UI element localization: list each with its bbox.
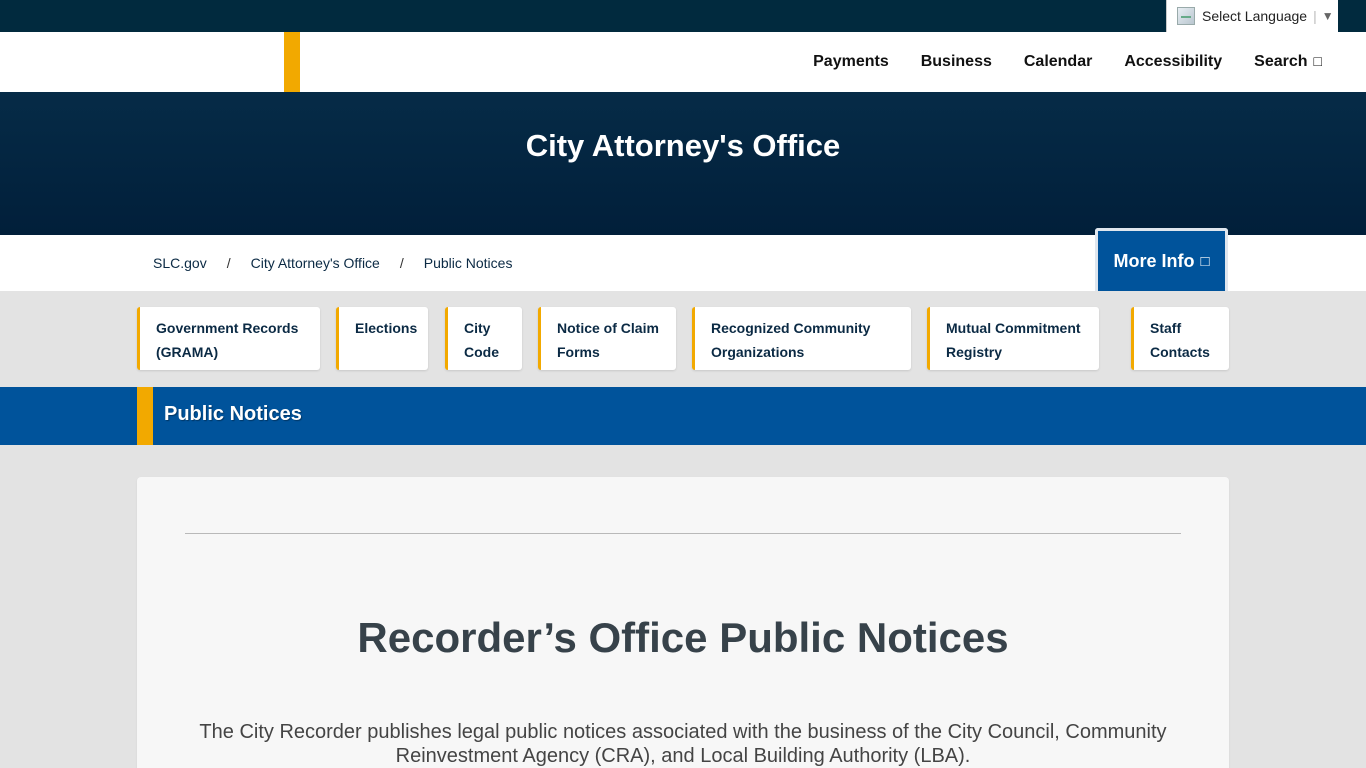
search-icon: □ — [1313, 53, 1322, 69]
quick-link-line: Mutual Commitment — [946, 320, 1081, 336]
section-title: Public Notices — [164, 403, 302, 425]
quick-link-staff-contacts[interactable]: Staff Contacts — [1131, 307, 1229, 370]
quick-link-line: Forms — [557, 344, 600, 360]
content-paragraph: The City Recorder publishes legal public… — [199, 721, 1167, 767]
quick-link-community-organizations[interactable]: Recognized Community Organizations — [692, 307, 911, 370]
quick-link-line: Elections — [355, 320, 418, 336]
breadcrumb-separator: / — [226, 255, 231, 271]
nav-accessibility[interactable]: Accessibility — [1124, 53, 1222, 71]
section-accent — [137, 387, 153, 445]
breadcrumb: SLC.gov / City Attorney's Office / Publi… — [153, 235, 512, 291]
logo-accent-bar — [284, 32, 300, 92]
quick-link-line: (GRAMA) — [156, 344, 219, 360]
quick-links: Government Records (GRAMA) Elections Cit… — [0, 291, 1366, 387]
quick-link-line: Contacts — [1150, 344, 1210, 360]
content-heading: Recorder’s Office Public Notices — [357, 614, 1009, 661]
nav-business[interactable]: Business — [921, 53, 992, 71]
quick-link-line: Code — [464, 344, 499, 360]
quick-link-government-records[interactable]: Government Records (GRAMA) — [137, 307, 320, 370]
quick-link-line: Staff — [1150, 320, 1182, 336]
language-divider: | — [1313, 8, 1317, 24]
site-header: Payments Business Calendar Accessibility… — [0, 32, 1366, 92]
more-info-button[interactable]: More Info □ — [1095, 228, 1228, 291]
language-selector[interactable]: Select Language | ▼ — [1166, 0, 1338, 32]
translate-icon — [1177, 7, 1195, 25]
section-title-bar: Public Notices — [0, 387, 1366, 445]
chevron-down-icon: ▼ — [1321, 9, 1334, 23]
top-utility-bar: Select Language | ▼ — [0, 0, 1366, 32]
main-nav: Payments Business Calendar Accessibility… — [781, 32, 1322, 92]
nav-search[interactable]: Search □ — [1254, 53, 1322, 71]
breadcrumb-separator: / — [399, 255, 404, 271]
nav-payments[interactable]: Payments — [813, 53, 889, 71]
quick-link-line: Registry — [946, 344, 1003, 360]
quick-link-line: Organizations — [711, 344, 805, 360]
quick-link-mutual-commitment[interactable]: Mutual Commitment Registry — [927, 307, 1099, 370]
quick-link-elections[interactable]: Elections — [336, 307, 428, 370]
quick-link-line: City — [464, 320, 491, 336]
quick-link-line: Recognized Community — [711, 320, 871, 336]
quick-link-line: Government Records — [156, 320, 299, 336]
more-info-label: More Info — [1113, 250, 1195, 271]
quick-link-notice-of-claim[interactable]: Notice of Claim Forms — [538, 307, 676, 370]
content-card: Recorder’s Office Public Notices The Cit… — [137, 477, 1229, 768]
breadcrumb-home[interactable]: SLC.gov — [153, 255, 207, 271]
nav-search-label: Search — [1254, 53, 1308, 70]
breadcrumb-city-attorney[interactable]: City Attorney's Office — [251, 255, 380, 271]
list-icon: □ — [1200, 252, 1210, 270]
quick-link-city-code[interactable]: City Code — [445, 307, 522, 370]
hero-banner: City Attorney's Office — [0, 92, 1366, 235]
page-title: City Attorney's Office — [525, 128, 841, 163]
language-label: Select Language — [1202, 8, 1308, 24]
nav-calendar[interactable]: Calendar — [1024, 53, 1092, 71]
breadcrumb-current[interactable]: Public Notices — [424, 255, 513, 271]
divider — [185, 533, 1181, 534]
breadcrumb-row: SLC.gov / City Attorney's Office / Publi… — [0, 228, 1366, 291]
quick-link-line: Notice of Claim — [557, 320, 659, 336]
